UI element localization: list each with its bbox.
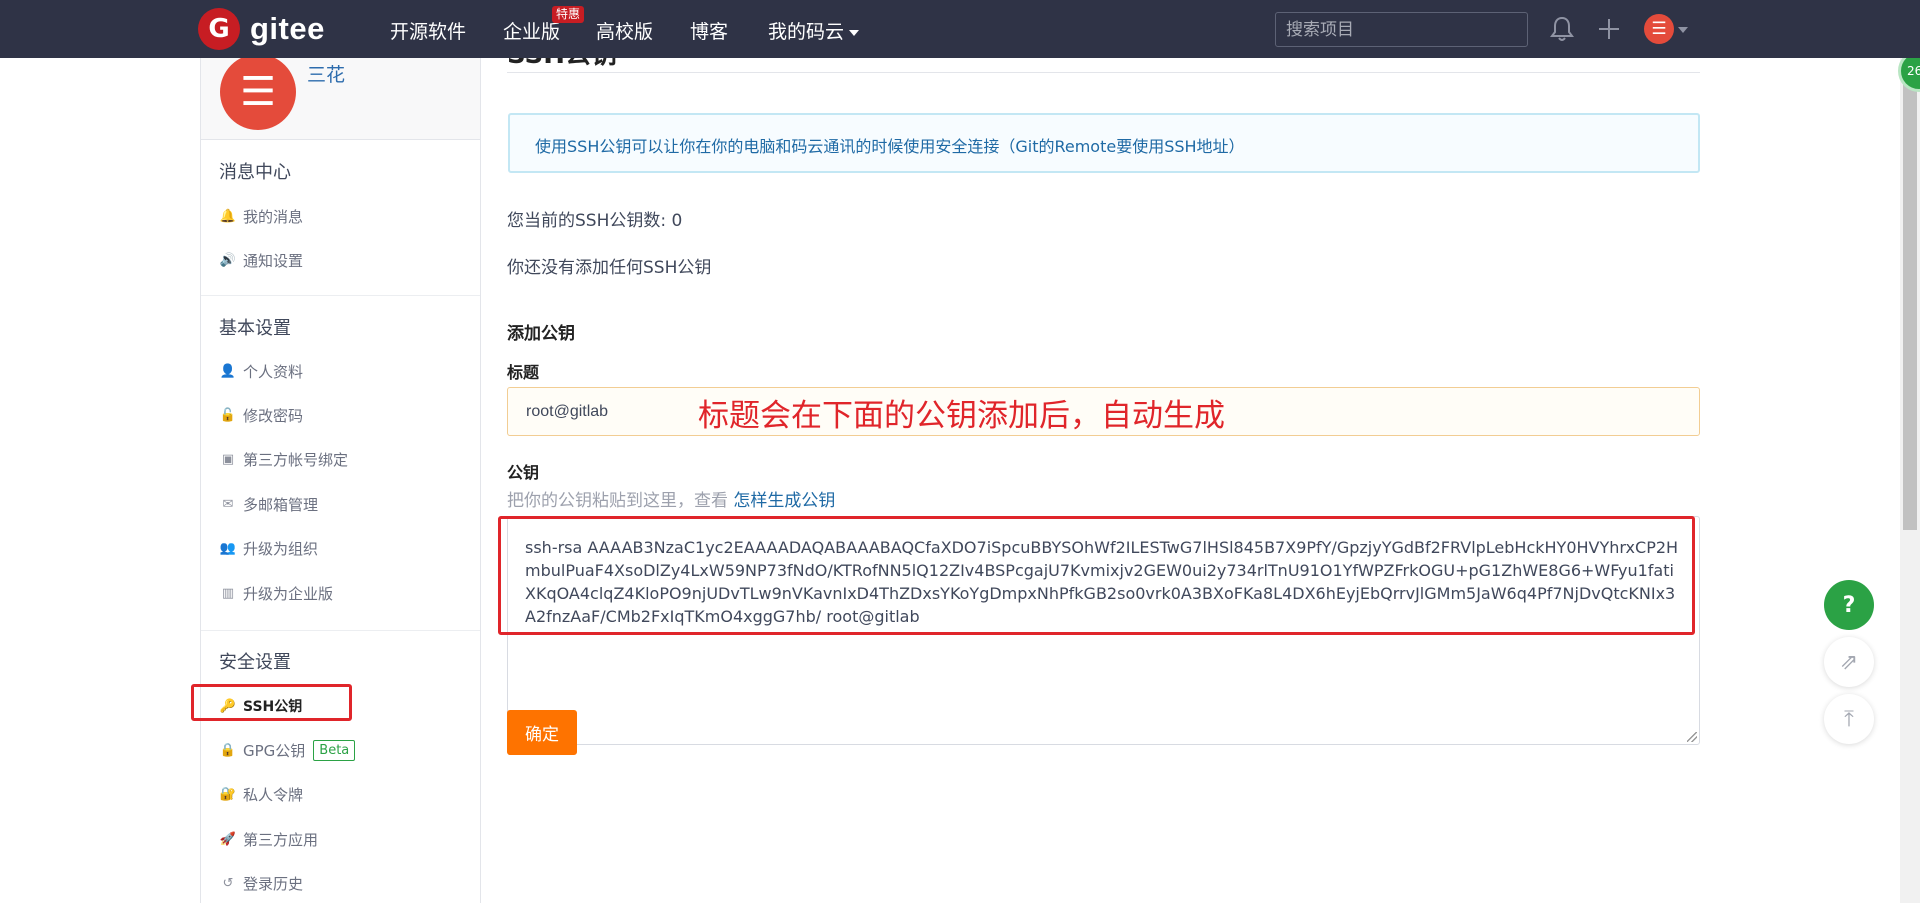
key-count-text: 您当前的SSH公钥数: 0 xyxy=(507,211,683,231)
gitee-logo-icon: G xyxy=(198,8,240,50)
highlight-box-key xyxy=(498,516,1695,635)
nav-link-open-source[interactable]: 开源软件 xyxy=(390,17,466,44)
add-key-heading: 添加公钥 xyxy=(507,324,575,344)
key-hint-text: 把你的公钥粘贴到这里，查看 xyxy=(507,491,728,511)
token-icon: 🔐 xyxy=(219,786,237,802)
highlight-box-ssh xyxy=(191,684,352,721)
sidebar-item-label: 第三方帐号绑定 xyxy=(243,450,349,469)
sidebar-item-profile[interactable]: 👤 个人资料 xyxy=(219,359,303,383)
sidebar-item-private-tokens[interactable]: 🔐 私人令牌 xyxy=(219,782,303,806)
sidebar-item-my-messages[interactable]: 🔔 我的消息 xyxy=(219,204,303,228)
sidebar-item-label: 多邮箱管理 xyxy=(243,495,319,514)
info-alert: 使用SSH公钥可以让你在你的电脑和码云通讯的时候使用安全连接（Git的Remot… xyxy=(508,113,1700,173)
plus-icon[interactable] xyxy=(1594,14,1624,44)
annotation-text: 标题会在下面的公钥添加后，自动生成 xyxy=(698,398,1225,434)
sidebar-item-upgrade-org[interactable]: 👥 升级为组织 xyxy=(219,536,318,560)
sidebar-item-third-party-accounts[interactable]: ▣ 第三方帐号绑定 xyxy=(219,447,348,471)
sidebar-item-emails[interactable]: ✉ 多邮箱管理 xyxy=(219,492,318,516)
sidebar-item-gpg-keys[interactable]: 🔒 GPG公钥 Beta xyxy=(219,738,356,762)
search-input[interactable] xyxy=(1275,12,1528,47)
empty-state-text: 你还没有添加任何SSH公钥 xyxy=(507,258,712,278)
sidebar-item-label: 第三方应用 xyxy=(243,830,319,849)
nav-link-education[interactable]: 高校版 xyxy=(596,17,653,44)
section-title-messages: 消息中心 xyxy=(219,162,291,183)
user-icon: 👤 xyxy=(219,363,237,379)
profile-card: ☰ 三花 xyxy=(201,54,480,140)
nav-link-my-gitee[interactable]: 我的码云 xyxy=(768,17,860,44)
sidebar-item-label: 升级为企业版 xyxy=(243,584,334,603)
sidebar-item-label: 私人令牌 xyxy=(243,785,304,804)
settings-sidebar: ☰ 三花 消息中心 🔔 我的消息 🔊 通知设置 基本设置 👤 个人资料 🔓 修改… xyxy=(200,54,481,903)
sidebar-item-label: 个人资料 xyxy=(243,362,304,381)
section-divider xyxy=(201,295,480,296)
main-content: SSH公钥 使用SSH公钥可以让你在你的电脑和码云通讯的时候使用安全连接（Git… xyxy=(507,40,1700,903)
users-icon: 👥 xyxy=(219,540,237,556)
avatar-chevron-down-icon[interactable] xyxy=(1678,27,1688,33)
unlock-icon: 🔓 xyxy=(219,407,237,423)
section-divider xyxy=(201,630,480,631)
gitee-logo-text: gitee xyxy=(250,11,325,46)
rocket-icon: 🚀 xyxy=(219,831,237,847)
sidebar-item-notification-settings[interactable]: 🔊 通知设置 xyxy=(219,248,303,272)
sidebar-item-label: 通知设置 xyxy=(243,251,304,270)
my-gitee-label: 我的码云 xyxy=(768,21,845,43)
top-nav: G gitee 开源软件 企业版 特惠 高校版 博客 我的码云 ☰ xyxy=(0,0,1920,58)
beta-badge: Beta xyxy=(313,739,356,761)
sidebar-item-label: 我的消息 xyxy=(243,207,304,226)
sidebar-item-upgrade-enterprise[interactable]: ▥ 升级为企业版 xyxy=(219,581,333,605)
section-title-basic: 基本设置 xyxy=(219,318,291,339)
how-to-generate-key-link[interactable]: 怎样生成公钥 xyxy=(733,491,835,511)
sidebar-item-login-history[interactable]: ↺ 登录历史 xyxy=(219,871,303,895)
nav-link-blog[interactable]: 博客 xyxy=(690,17,728,44)
bell-icon: 🔔 xyxy=(219,208,237,224)
sidebar-item-label: 登录历史 xyxy=(243,874,304,893)
chevron-down-icon xyxy=(849,29,860,36)
sidebar-item-label: 修改密码 xyxy=(243,406,304,425)
envelope-icon: ✉ xyxy=(222,496,234,512)
avatar[interactable]: ☰ xyxy=(220,54,296,130)
username-link[interactable]: 三花 xyxy=(307,60,345,87)
sidebar-item-change-password[interactable]: 🔓 修改密码 xyxy=(219,403,303,427)
lock-icon: 🔒 xyxy=(219,742,237,758)
history-icon: ↺ xyxy=(222,875,234,891)
confirm-button[interactable]: 确定 xyxy=(507,710,577,755)
share-icon[interactable]: ⇗ xyxy=(1824,637,1874,687)
building-icon: ▥ xyxy=(221,585,235,601)
promo-badge: 特惠 xyxy=(552,6,585,23)
resize-handle-icon[interactable] xyxy=(1687,732,1697,742)
scrollbar-thumb[interactable] xyxy=(1903,70,1917,530)
sidebar-item-third-party-apps[interactable]: 🚀 第三方应用 xyxy=(219,827,318,851)
help-button[interactable]: ? xyxy=(1824,580,1874,630)
key-label: 公钥 xyxy=(507,463,540,482)
title-divider xyxy=(507,72,1700,73)
sidebar-item-label: GPG公钥 xyxy=(243,741,306,760)
gitee-logo[interactable]: G gitee xyxy=(198,8,325,50)
key-hint: 把你的公钥粘贴到这里，查看 怎样生成公钥 xyxy=(507,486,835,511)
back-to-top-icon[interactable]: ⤒ xyxy=(1824,694,1874,744)
title-label: 标题 xyxy=(507,363,540,382)
section-title-security: 安全设置 xyxy=(219,652,291,673)
sidebar-item-label: 升级为组织 xyxy=(243,539,319,558)
speaker-icon: 🔊 xyxy=(219,252,237,268)
bell-icon[interactable] xyxy=(1547,14,1577,44)
user-avatar-menu[interactable]: ☰ xyxy=(1644,14,1674,44)
id-card-icon: ▣ xyxy=(221,451,235,467)
